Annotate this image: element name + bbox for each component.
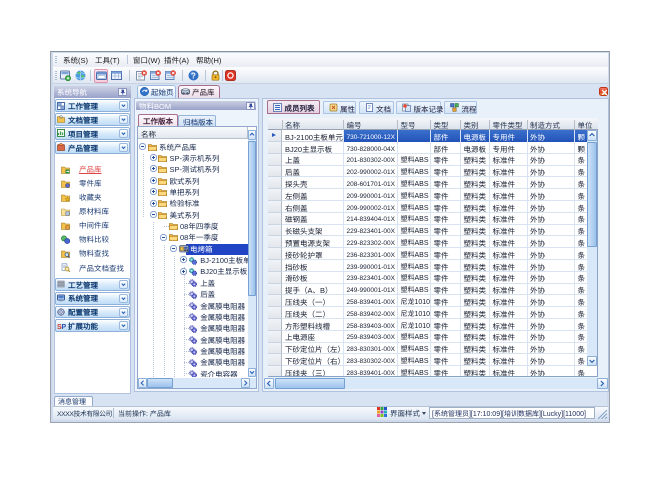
- svg-text:P: P: [62, 323, 67, 329]
- svg-text:?: ?: [191, 71, 196, 80]
